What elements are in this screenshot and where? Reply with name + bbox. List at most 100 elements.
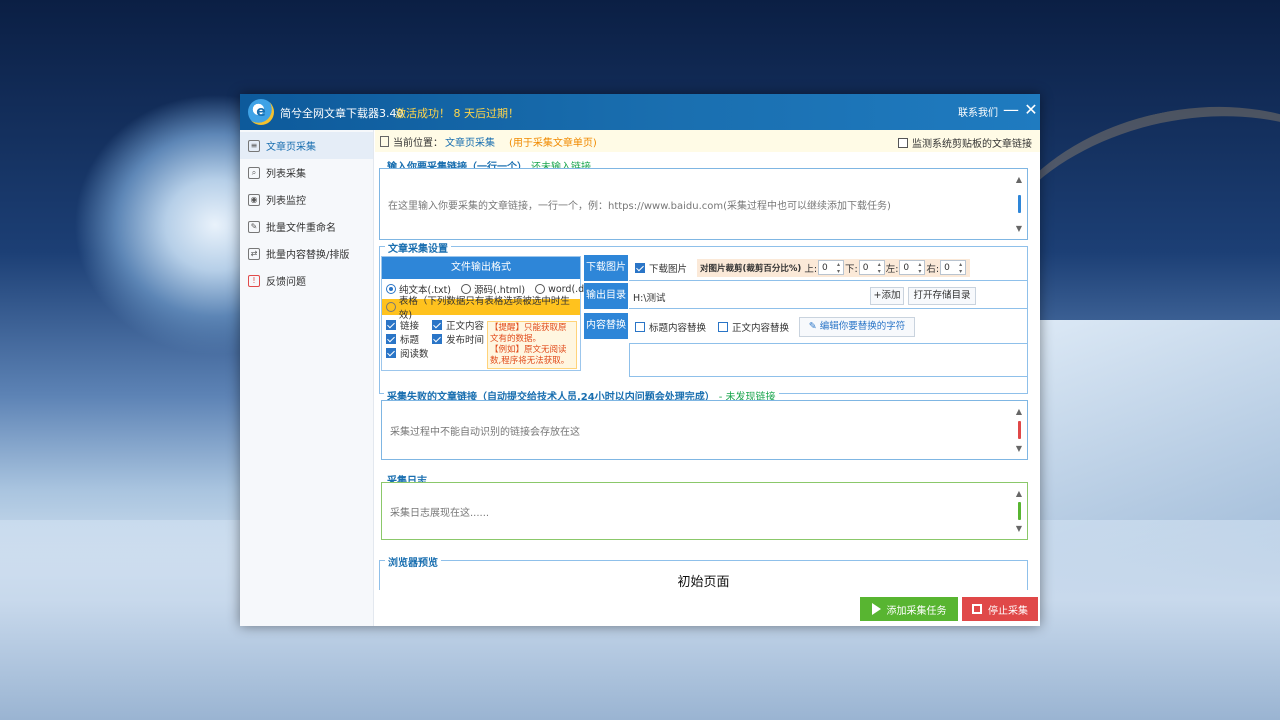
checkbox-box[interactable]	[718, 322, 729, 332]
field-reads-label: 阅读数	[400, 349, 429, 360]
sidebar-item-batch-replace[interactable]: ⇄ 批量内容替换/排版	[240, 240, 373, 267]
checkbox-box[interactable]	[432, 320, 442, 330]
field-content-checkbox[interactable]: 正文内容	[432, 318, 484, 332]
output-dir-label: 输出目录	[584, 283, 628, 309]
field-reads-checkbox[interactable]: 阅读数	[386, 346, 486, 360]
field-time-label: 发布时间	[446, 335, 485, 346]
preview-content: 初始页面	[677, 575, 730, 590]
add-task-button[interactable]: 添加采集任务	[860, 597, 958, 621]
body-replace-checkbox[interactable]: 正文内容替换	[718, 320, 789, 334]
scroll-thumb[interactable]	[1017, 421, 1021, 439]
field-checkboxes: 链接 正文内容 标题 发布时间 阅读数	[386, 318, 486, 360]
sidebar-item-list-monitor[interactable]: ◉ 列表监控	[240, 186, 373, 213]
checkbox-box[interactable]	[386, 348, 396, 358]
download-images-row: 下载图片 对图片裁剪(裁剪百分比%) 上: 0 下: 0 左: 0 右: 0	[629, 255, 1028, 281]
scroll-thumb[interactable]	[1017, 195, 1021, 213]
checkbox-box[interactable]	[635, 322, 645, 332]
replace-icon: ⇄	[248, 247, 260, 260]
failed-links-box[interactable]: 采集过程中不能自动识别的链接会存放在这 ▲ ▼	[381, 400, 1028, 460]
log-section: 采集日志 采集日志展现在这...... ▲ ▼	[379, 472, 1028, 542]
crop-left-label: 左:	[885, 263, 899, 275]
sidebar-item-feedback[interactable]: ! 反馈问题	[240, 267, 373, 294]
checkbox-box[interactable]	[386, 320, 396, 330]
preview-section: 浏览器预览 初始页面	[379, 554, 1028, 590]
sidebar-item-label: 反馈问题	[266, 277, 306, 288]
output-dir-row: H:\测试 +添加 打开存储目录	[629, 283, 1028, 309]
scroll-down-icon[interactable]: ▼	[1016, 224, 1022, 233]
monitor-clipboard-checkbox[interactable]: 监测系统剪贴板的文章链接	[898, 135, 1032, 150]
stop-icon	[972, 604, 982, 614]
failed-scrollbar[interactable]: ▲ ▼	[1015, 407, 1023, 453]
field-time-checkbox[interactable]: 发布时间	[432, 332, 484, 346]
links-input[interactable]: 在这里输入你要采集的文章链接，一行一个，例：https://www.baidu.…	[379, 168, 1028, 240]
checkbox-box[interactable]	[635, 262, 645, 273]
main-panel: 当前位置： 文章页采集 (用于采集文章单页) 监测系统剪贴板的文章链接 输入你要…	[375, 130, 1040, 626]
format-tip: 【提醒】只能获取原文有的数据。 【例如】原文无阅读数,程序将无法获取。	[487, 321, 577, 369]
format-header: 文件输出格式	[382, 257, 580, 279]
sidebar-item-article-page[interactable]: ≡ 文章页采集	[240, 132, 373, 159]
log-placeholder: 采集日志展现在这......	[390, 507, 490, 519]
download-images-checkbox[interactable]: 下载图片	[635, 261, 687, 275]
list-search-icon: ⌕	[248, 166, 260, 179]
sidebar-item-label: 列表采集	[266, 169, 306, 180]
scroll-thumb[interactable]	[1017, 502, 1021, 520]
sidebar-item-batch-rename[interactable]: ✎ 批量文件重命名	[240, 213, 373, 240]
edit-replace-button[interactable]: ✎ 编辑你要替换的字符	[799, 317, 916, 337]
crop-right-input[interactable]: 0	[940, 260, 967, 275]
crop-bottom-input[interactable]: 0	[858, 260, 885, 275]
radio-circle[interactable]	[386, 284, 396, 294]
checkbox-box[interactable]	[898, 137, 908, 148]
scroll-up-icon[interactable]: ▲	[1016, 489, 1022, 498]
tip-line: 【提醒】只能获取原文有的数据。	[490, 323, 567, 344]
format-table-radio[interactable]: 表格（下列数据只有表格选项被选中时生效)	[382, 296, 580, 321]
page-icon	[380, 135, 389, 147]
sidebar-item-label: 批量文件重命名	[266, 223, 336, 234]
crop-top-label: 上:	[804, 263, 818, 275]
preview-title: 浏览器预览	[385, 554, 441, 569]
add-dir-button[interactable]: +添加	[870, 287, 904, 305]
monitor-icon: ◉	[248, 193, 260, 206]
title-replace-label: 标题内容替换	[649, 323, 707, 334]
checkbox-box[interactable]	[386, 334, 396, 344]
scroll-down-icon[interactable]: ▼	[1016, 444, 1022, 453]
minimize-button[interactable]: —	[1002, 100, 1020, 120]
close-button[interactable]: ✕	[1022, 100, 1040, 120]
sidebar: ≡ 文章页采集 ⌕ 列表采集 ◉ 列表监控 ✎ 批量文件重命名 ⇄ 批量内容替换…	[240, 130, 374, 626]
scroll-up-icon[interactable]: ▲	[1016, 175, 1022, 184]
title-replace-checkbox[interactable]: 标题内容替换	[635, 320, 706, 334]
crop-top-input[interactable]: 0	[818, 260, 845, 275]
field-title-checkbox[interactable]: 标题	[386, 332, 432, 346]
stop-label: 停止采集	[988, 605, 1028, 617]
location-hint: (用于采集文章单页)	[509, 137, 597, 149]
settings-title: 文章采集设置	[385, 240, 451, 255]
download-images-label: 下载图片	[584, 255, 628, 281]
output-dir-input[interactable]: H:\测试	[633, 290, 666, 304]
links-scrollbar[interactable]: ▲ ▼	[1015, 175, 1023, 233]
monitor-clipboard-label: 监测系统剪贴板的文章链接	[912, 139, 1032, 150]
radio-circle[interactable]	[461, 284, 472, 294]
field-link-checkbox[interactable]: 链接	[386, 318, 432, 332]
failed-links-section: 采集失败的文章链接（自动提交给技术人员,24小时以内问题会处理完成） - 未发现链…	[379, 388, 1028, 460]
contact-link[interactable]: 联系我们	[958, 104, 998, 119]
log-scrollbar[interactable]: ▲ ▼	[1015, 489, 1023, 533]
field-title-label: 标题	[400, 335, 420, 346]
open-dir-button[interactable]: 打开存储目录	[908, 287, 976, 305]
scroll-down-icon[interactable]: ▼	[1016, 524, 1022, 533]
crop-left-input[interactable]: 0	[899, 260, 926, 275]
field-link-label: 链接	[400, 321, 420, 332]
log-box[interactable]: 采集日志展现在这...... ▲ ▼	[381, 482, 1028, 540]
links-input-placeholder: 在这里输入你要采集的文章链接，一行一个，例：https://www.baidu.…	[388, 200, 891, 212]
scroll-up-icon[interactable]: ▲	[1016, 407, 1022, 416]
stop-button[interactable]: 停止采集	[962, 597, 1038, 621]
checkbox-box[interactable]	[432, 334, 442, 344]
content-replace-label: 内容替换	[584, 313, 628, 339]
replace-rules-box[interactable]	[629, 343, 1028, 377]
title-bar[interactable]: e 简兮全网文章下载器3.40 激活成功！ 8 天后过期！ 联系我们 — ✕	[240, 94, 1040, 130]
field-content-label: 正文内容	[446, 321, 485, 332]
rename-icon: ✎	[248, 220, 260, 233]
location-current: 文章页采集	[445, 137, 495, 149]
crop-bottom-label: 下:	[845, 263, 858, 275]
radio-circle[interactable]	[386, 302, 396, 312]
format-table-label: 表格（下列数据只有表格选项被选中时生效)	[398, 296, 570, 321]
sidebar-item-list-collect[interactable]: ⌕ 列表采集	[240, 159, 373, 186]
